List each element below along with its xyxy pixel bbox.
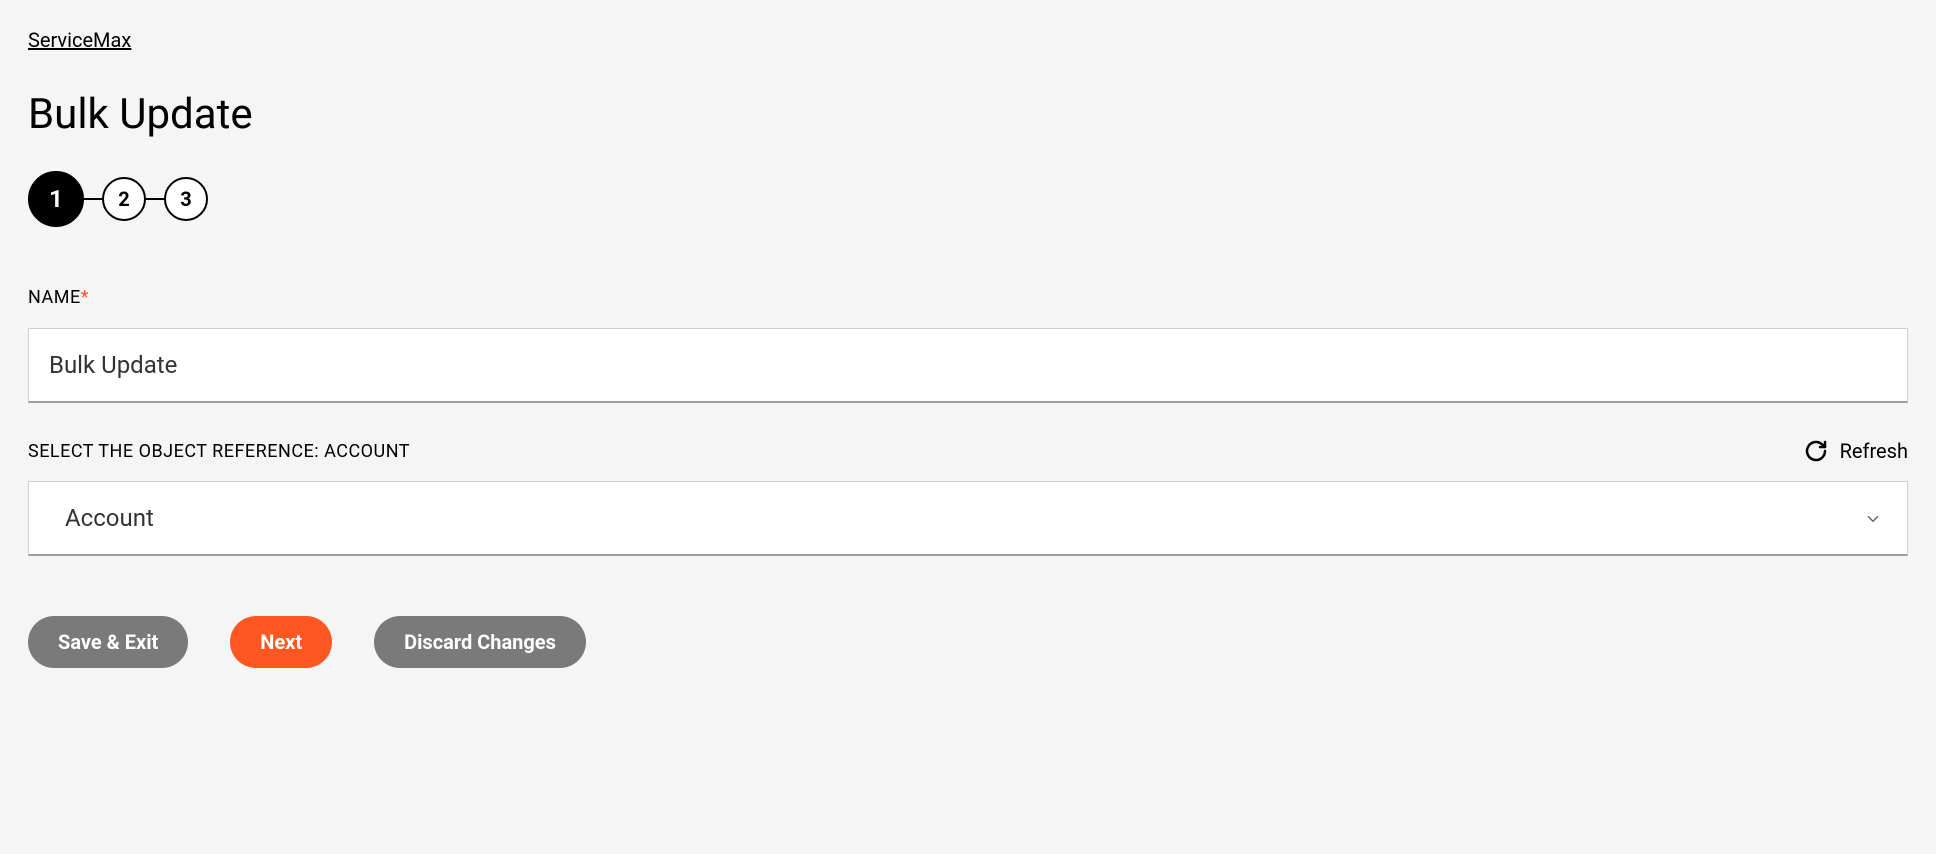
step-connector [146, 198, 164, 200]
page-title: Bulk Update [28, 90, 1908, 139]
breadcrumb-link[interactable]: ServiceMax [28, 28, 131, 52]
action-buttons: Save & Exit Next Discard Changes [28, 616, 1908, 668]
name-label-text: NAME [28, 287, 81, 308]
discard-changes-button[interactable]: Discard Changes [374, 616, 586, 668]
object-reference-field-group: SELECT THE OBJECT REFERENCE: ACCOUNT Ref… [28, 439, 1908, 556]
name-label: NAME* [28, 287, 1908, 308]
object-reference-label: SELECT THE OBJECT REFERENCE: ACCOUNT [28, 441, 410, 462]
name-field-group: NAME* [28, 287, 1908, 403]
name-input[interactable] [28, 328, 1908, 403]
refresh-icon [1804, 439, 1828, 463]
required-indicator: * [81, 287, 89, 308]
refresh-label: Refresh [1840, 439, 1908, 463]
step-1[interactable]: 1 [28, 171, 84, 227]
step-2[interactable]: 2 [102, 177, 146, 221]
refresh-button[interactable]: Refresh [1804, 439, 1908, 463]
step-3[interactable]: 3 [164, 177, 208, 221]
save-exit-button[interactable]: Save & Exit [28, 616, 188, 668]
step-connector [84, 198, 102, 200]
object-reference-select[interactable]: Account [28, 481, 1908, 556]
next-button[interactable]: Next [230, 616, 332, 668]
stepper: 1 2 3 [28, 171, 1908, 227]
